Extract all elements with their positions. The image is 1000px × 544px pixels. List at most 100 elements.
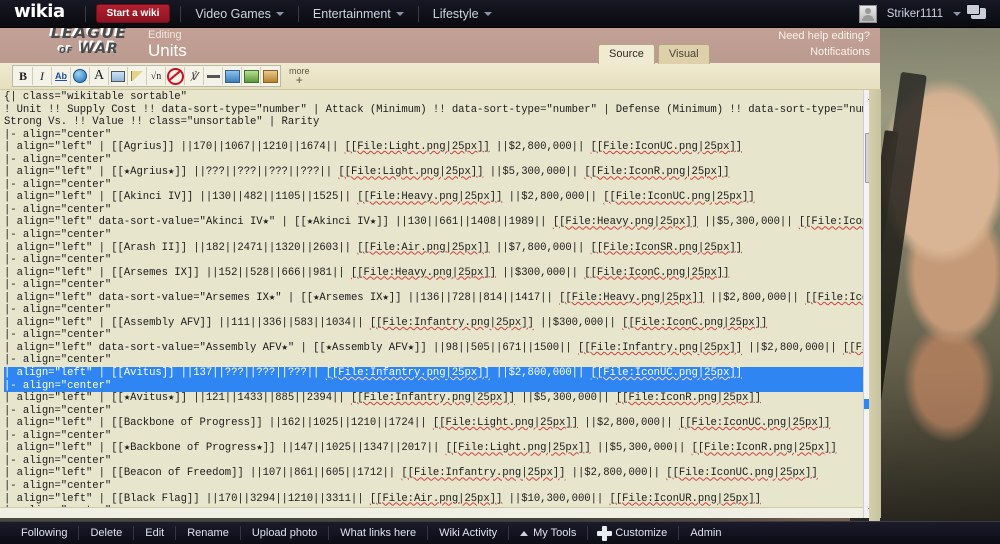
editor-line[interactable]: | align="left" | [[Backbone of Progress]… <box>4 417 863 430</box>
file-link-token: [[File:IconUC.png|25px]] <box>590 367 742 380</box>
editor-line[interactable]: | align="left" | [[★Agrius★]] ||???||???… <box>4 166 863 179</box>
editor-line[interactable]: |- align="center" <box>4 254 863 267</box>
text-token: ||$5,300,000|| <box>590 442 692 455</box>
editor-line[interactable]: |- align="center" <box>4 304 863 317</box>
action-what-links-here[interactable]: What links here <box>329 526 429 540</box>
editor-line[interactable]: | align="left" data-sort-value="Assembly… <box>4 342 863 355</box>
text-token: ||$2,800,000|| <box>577 417 679 430</box>
action-my-tools[interactable]: My Tools <box>509 526 589 540</box>
more-tools-button[interactable]: more + <box>289 67 310 87</box>
file-link-token: [[File:Heavy.png|25px]] <box>350 266 496 279</box>
tab-source[interactable]: Source <box>598 44 655 64</box>
editor-line[interactable]: | align="left" | [[Assembly AFV]] ||111|… <box>4 317 863 330</box>
editor-line[interactable]: |- align="center" <box>4 329 863 342</box>
editor-line[interactable]: |- align="center" <box>4 154 863 167</box>
editor-line[interactable]: |- align="center" <box>4 455 863 468</box>
text-token: | align="left" | [[Akinci IV]] ||130||48… <box>4 191 358 204</box>
editor-line[interactable]: |- align="center" <box>4 204 863 217</box>
bold-icon[interactable]: B <box>14 67 33 85</box>
file-link-token: [[File:IconUC.png|25px]] <box>842 341 863 354</box>
editor-line[interactable]: |- align="center" <box>4 405 863 418</box>
avatar-icon[interactable] <box>858 4 877 23</box>
ruler-icon[interactable] <box>128 67 147 85</box>
text-token: |- align="center" <box>4 203 112 216</box>
source-editor-panel: {| class="wikitable sortable"! Unit !! S… <box>0 89 881 518</box>
editor-line[interactable]: | align="left" | [[Beacon of Freedom]] |… <box>4 467 863 480</box>
editor-line[interactable]: |- align="center" <box>4 430 863 443</box>
text-token: |- align="center" <box>4 479 112 492</box>
chevron-down-icon[interactable] <box>953 11 961 16</box>
editor-line[interactable]: {| class="wikitable sortable" <box>4 91 863 104</box>
page-title: Units <box>148 41 187 60</box>
file-link-token: [[File:Infantry.png|25px]] <box>578 341 743 354</box>
editor-line[interactable]: | align="left" data-sort-value="Akinci I… <box>4 216 863 229</box>
editor-line[interactable]: |- align="center" <box>4 179 863 192</box>
editor-line[interactable]: |- align="center" <box>4 354 863 367</box>
editor-line[interactable]: |- align="center" <box>4 279 863 292</box>
action-customize[interactable]: Customize <box>588 525 680 541</box>
editor-line[interactable]: |- align="center" <box>4 379 863 393</box>
action-edit[interactable]: Edit <box>134 526 177 540</box>
insert-image-icon[interactable] <box>223 67 242 85</box>
username-label[interactable]: Striker1111 <box>887 8 943 20</box>
file-link-token: [[File:IconSR.png|25px]] <box>590 241 742 254</box>
file-link-token: [[File:IconC.png|25px]] <box>622 316 768 329</box>
editor-line[interactable]: ! Unit !! Supply Cost !! data-sort-type=… <box>4 104 863 117</box>
file-link-token: [[File:Infantry.png|25px]] <box>350 392 515 405</box>
chat-bubble-icon[interactable] <box>966 4 986 19</box>
text-token: |- align="center" <box>4 153 112 166</box>
nav-item-entertainment[interactable]: Entertainment <box>309 7 408 21</box>
editor-horizontal-scrollbar[interactable] <box>0 507 863 518</box>
editor-line[interactable]: | align="left" | [[Arsemes IX]] ||152||5… <box>4 267 863 280</box>
font-icon[interactable]: A <box>90 67 109 85</box>
text-token: |- align="center" <box>4 229 112 242</box>
action-delete[interactable]: Delete <box>79 526 135 540</box>
nowiki-icon[interactable] <box>166 67 185 85</box>
global-navigation-bar: wikia Start a wiki Video Games Entertain… <box>0 0 1000 28</box>
editor-mode-tabs: Source Visual <box>598 44 713 64</box>
notifications-link[interactable]: Notifications <box>778 44 870 60</box>
insert-box-icon[interactable] <box>109 67 128 85</box>
insert-gallery-icon[interactable] <box>242 67 261 85</box>
file-link-token: [[File:IconR.png|25px]] <box>615 392 761 405</box>
signature-icon[interactable]: ℣ <box>185 67 204 85</box>
file-link-token: [[File:Light.png|25px]] <box>344 141 490 154</box>
action-following[interactable]: Following <box>10 526 80 540</box>
wiki-logo-league-of-war[interactable]: LEAGUE OF WAR <box>28 24 148 64</box>
source-editor-textarea[interactable]: {| class="wikitable sortable"! Unit !! S… <box>0 89 863 508</box>
need-help-editing-link[interactable]: Need help editing? <box>778 28 870 44</box>
editor-line[interactable]: | align="left" | [[Avitus]] ||137||???||… <box>4 367 863 380</box>
nav-item-video-games[interactable]: Video Games <box>191 7 288 21</box>
internal-link-icon[interactable]: Ab <box>52 67 71 85</box>
text-token: |- align="center" <box>4 304 112 317</box>
wikia-logo[interactable]: wikia <box>14 3 65 24</box>
editor-line[interactable]: | align="left" | [[Black Flag]] ||170||3… <box>4 493 863 506</box>
editor-line[interactable]: |- align="center" <box>4 129 863 142</box>
text-token: |- align="center" <box>4 254 112 267</box>
file-link-token: [[File:Air.png|25px]] <box>369 492 503 505</box>
editor-line[interactable]: | align="left" | [[Agrius]] ||170||1067|… <box>4 141 863 154</box>
action-wiki-activity[interactable]: Wiki Activity <box>428 526 510 540</box>
editor-line[interactable]: Strong Vs. !! Value !! class="unsortable… <box>4 116 863 129</box>
external-link-globe-icon[interactable] <box>71 67 90 85</box>
editor-line[interactable]: | align="left" | [[Akinci IV]] ||130||48… <box>4 191 863 204</box>
editor-line[interactable]: | align="left" data-sort-value="Arsemes … <box>4 292 863 305</box>
insert-slideshow-icon[interactable] <box>261 67 279 85</box>
start-a-wiki-button[interactable]: Start a wiki <box>95 4 171 23</box>
editor-line[interactable]: | align="left" | [[★Avitus★]] ||121||143… <box>4 392 863 405</box>
action-rename[interactable]: Rename <box>176 526 241 540</box>
text-token: Strong Vs. !! Value !! class="unsortable… <box>4 116 320 129</box>
editor-line[interactable]: | align="left" | [[Arash II]] ||182||247… <box>4 242 863 255</box>
nav-item-lifestyle[interactable]: Lifestyle <box>429 7 496 21</box>
action-admin[interactable]: Admin <box>679 526 732 540</box>
editor-line[interactable]: |- align="center" <box>4 480 863 493</box>
math-icon[interactable]: √n <box>147 67 166 85</box>
editor-line[interactable]: |- align="center" <box>4 229 863 242</box>
action-label: Following <box>21 527 68 539</box>
italic-icon[interactable]: I <box>33 67 52 85</box>
horizontal-rule-icon[interactable] <box>204 67 223 85</box>
action-upload-photo[interactable]: Upload photo <box>241 526 330 540</box>
chevron-down-icon <box>395 11 404 16</box>
tab-visual[interactable]: Visual <box>657 44 710 64</box>
editor-line[interactable]: | align="left" | [[★Backbone of Progress… <box>4 442 863 455</box>
